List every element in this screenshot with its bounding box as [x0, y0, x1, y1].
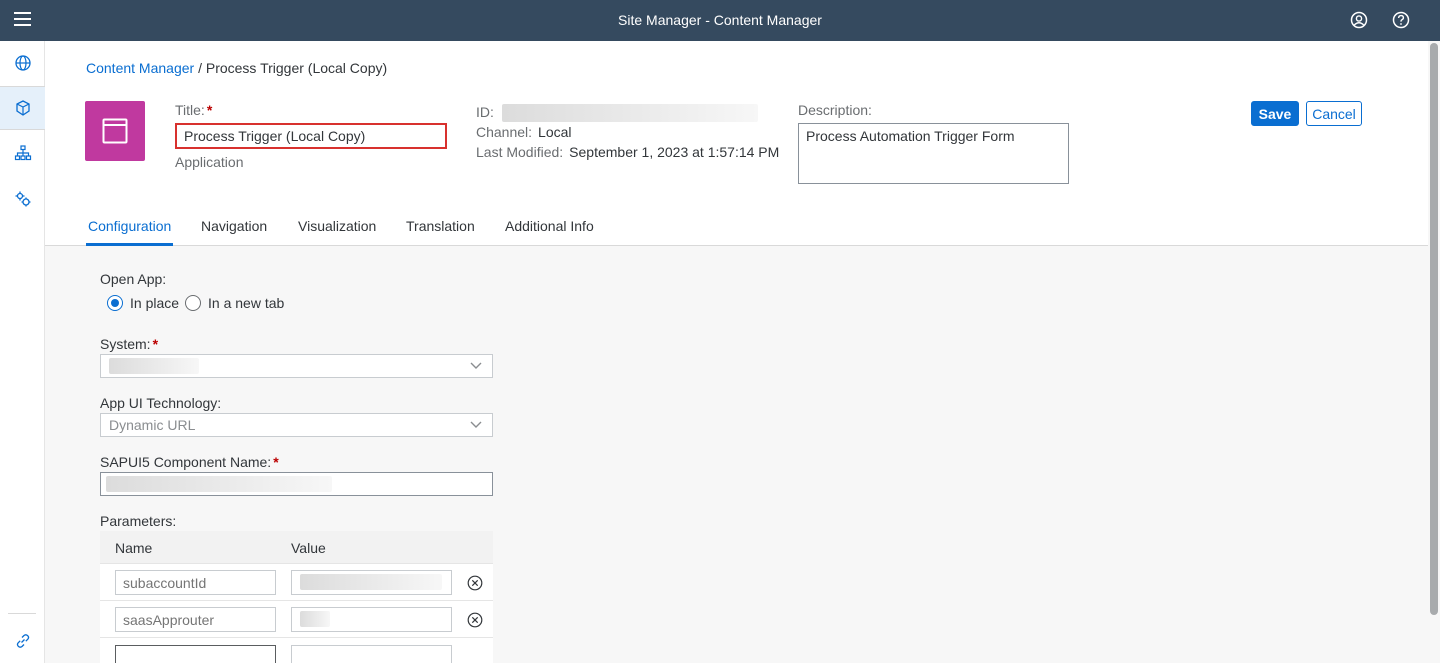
system-required-mark: *	[152, 336, 159, 352]
vertical-scrollbar[interactable]	[1428, 41, 1440, 663]
tab-navigation[interactable]: Navigation	[199, 207, 269, 246]
link-icon[interactable]	[0, 619, 45, 663]
param-value-input[interactable]	[291, 570, 452, 595]
breadcrumb-content-manager-link[interactable]: Content Manager	[86, 60, 194, 76]
param-value-input[interactable]	[291, 645, 452, 663]
remove-circle-icon[interactable]	[467, 612, 483, 628]
radio-new-tab-circle	[185, 295, 201, 311]
parameters-table: Name Value	[100, 531, 493, 663]
system-select[interactable]	[100, 354, 493, 378]
radio-new-tab-label: In a new tab	[208, 295, 285, 311]
globe-icon[interactable]	[0, 41, 45, 85]
shell-title: Site Manager - Content Manager	[618, 12, 822, 28]
param-name-header: Name	[115, 540, 153, 556]
last-modified-label: Last Modified:	[476, 144, 564, 161]
help-icon[interactable]	[1392, 11, 1410, 29]
hierarchy-icon[interactable]	[0, 131, 45, 175]
content-package-icon[interactable]	[0, 86, 45, 130]
component-name-label: SAPUI5 Component Name:	[100, 454, 272, 470]
settings-icon[interactable]	[0, 177, 45, 221]
radio-in-place-label: In place	[130, 295, 180, 311]
param-value-redacted	[300, 574, 442, 590]
meta-info: ID: Channel: Local Last Modified: Septembe…	[476, 102, 779, 162]
param-name-input[interactable]	[115, 645, 276, 663]
table-row	[100, 601, 493, 638]
cancel-button[interactable]: Cancel	[1306, 101, 1362, 126]
tab-visualization[interactable]: Visualization	[296, 207, 378, 246]
tab-configuration[interactable]: Configuration	[86, 207, 174, 246]
param-name-input[interactable]	[115, 607, 276, 632]
chevron-down-icon	[470, 421, 482, 428]
channel-value: Local	[538, 124, 572, 141]
scrollbar-thumb[interactable]	[1430, 43, 1438, 615]
sidebar	[0, 41, 45, 663]
app-tile	[85, 101, 145, 161]
configuration-form: Open App: In place In a new tab System: *…	[45, 246, 1428, 663]
radio-in-place-circle	[107, 295, 123, 311]
application-window-icon	[102, 118, 128, 144]
table-row	[100, 564, 493, 601]
id-value-redacted	[501, 104, 758, 123]
breadcrumb-current: Process Trigger (Local Copy)	[205, 60, 388, 76]
param-name-input[interactable]	[115, 570, 276, 595]
system-label-row: System: *	[100, 336, 158, 352]
title-label: Title:	[175, 102, 205, 118]
radio-in-place[interactable]: In place	[107, 295, 179, 311]
title-required-mark: *	[206, 102, 213, 118]
app-ui-technology-label: App UI Technology:	[100, 395, 222, 411]
shell-bar: Site Manager - Content Manager	[0, 0, 1440, 41]
parameters-label: Parameters:	[100, 513, 177, 529]
app-ui-technology-value: Dynamic URL	[109, 417, 196, 433]
app-ui-technology-select[interactable]: Dynamic URL	[100, 413, 493, 437]
component-name-redacted	[106, 476, 332, 492]
remove-circle-icon[interactable]	[467, 575, 483, 591]
channel-label: Channel:	[476, 124, 533, 141]
description-input[interactable]: Process Automation Trigger Form	[798, 123, 1069, 184]
tab-additional-info[interactable]: Additional Info	[503, 207, 596, 246]
save-button[interactable]: Save	[1251, 101, 1299, 126]
tab-translation[interactable]: Translation	[404, 207, 477, 246]
param-value-redacted	[300, 611, 330, 627]
chevron-down-icon	[470, 362, 482, 369]
param-value-header: Value	[291, 540, 326, 556]
object-header: Content Manager / Process Trigger (Local…	[45, 41, 1428, 246]
parameters-table-header: Name Value	[100, 531, 493, 564]
description-label: Description:	[798, 102, 872, 118]
user-icon[interactable]	[1350, 11, 1368, 29]
radio-new-tab[interactable]: In a new tab	[185, 295, 284, 311]
title-label-row: Title: *	[175, 102, 212, 118]
table-row	[100, 638, 493, 663]
last-modified-value: September 1, 2023 at 1:57:14 PM	[569, 144, 780, 161]
component-name-input[interactable]	[100, 472, 493, 496]
component-required-mark: *	[273, 454, 279, 470]
system-value-redacted	[109, 358, 199, 374]
param-value-input[interactable]	[291, 607, 452, 632]
system-label: System:	[100, 336, 151, 352]
breadcrumb: Content Manager / Process Trigger (Local…	[86, 60, 387, 76]
open-app-label: Open App:	[100, 271, 167, 287]
breadcrumb-separator: /	[198, 60, 202, 76]
app-type: Application	[175, 154, 244, 170]
title-input[interactable]	[175, 123, 447, 149]
sidebar-separator	[8, 613, 36, 614]
id-label: ID:	[476, 104, 494, 120]
component-label-row: SAPUI5 Component Name: *	[100, 454, 279, 470]
